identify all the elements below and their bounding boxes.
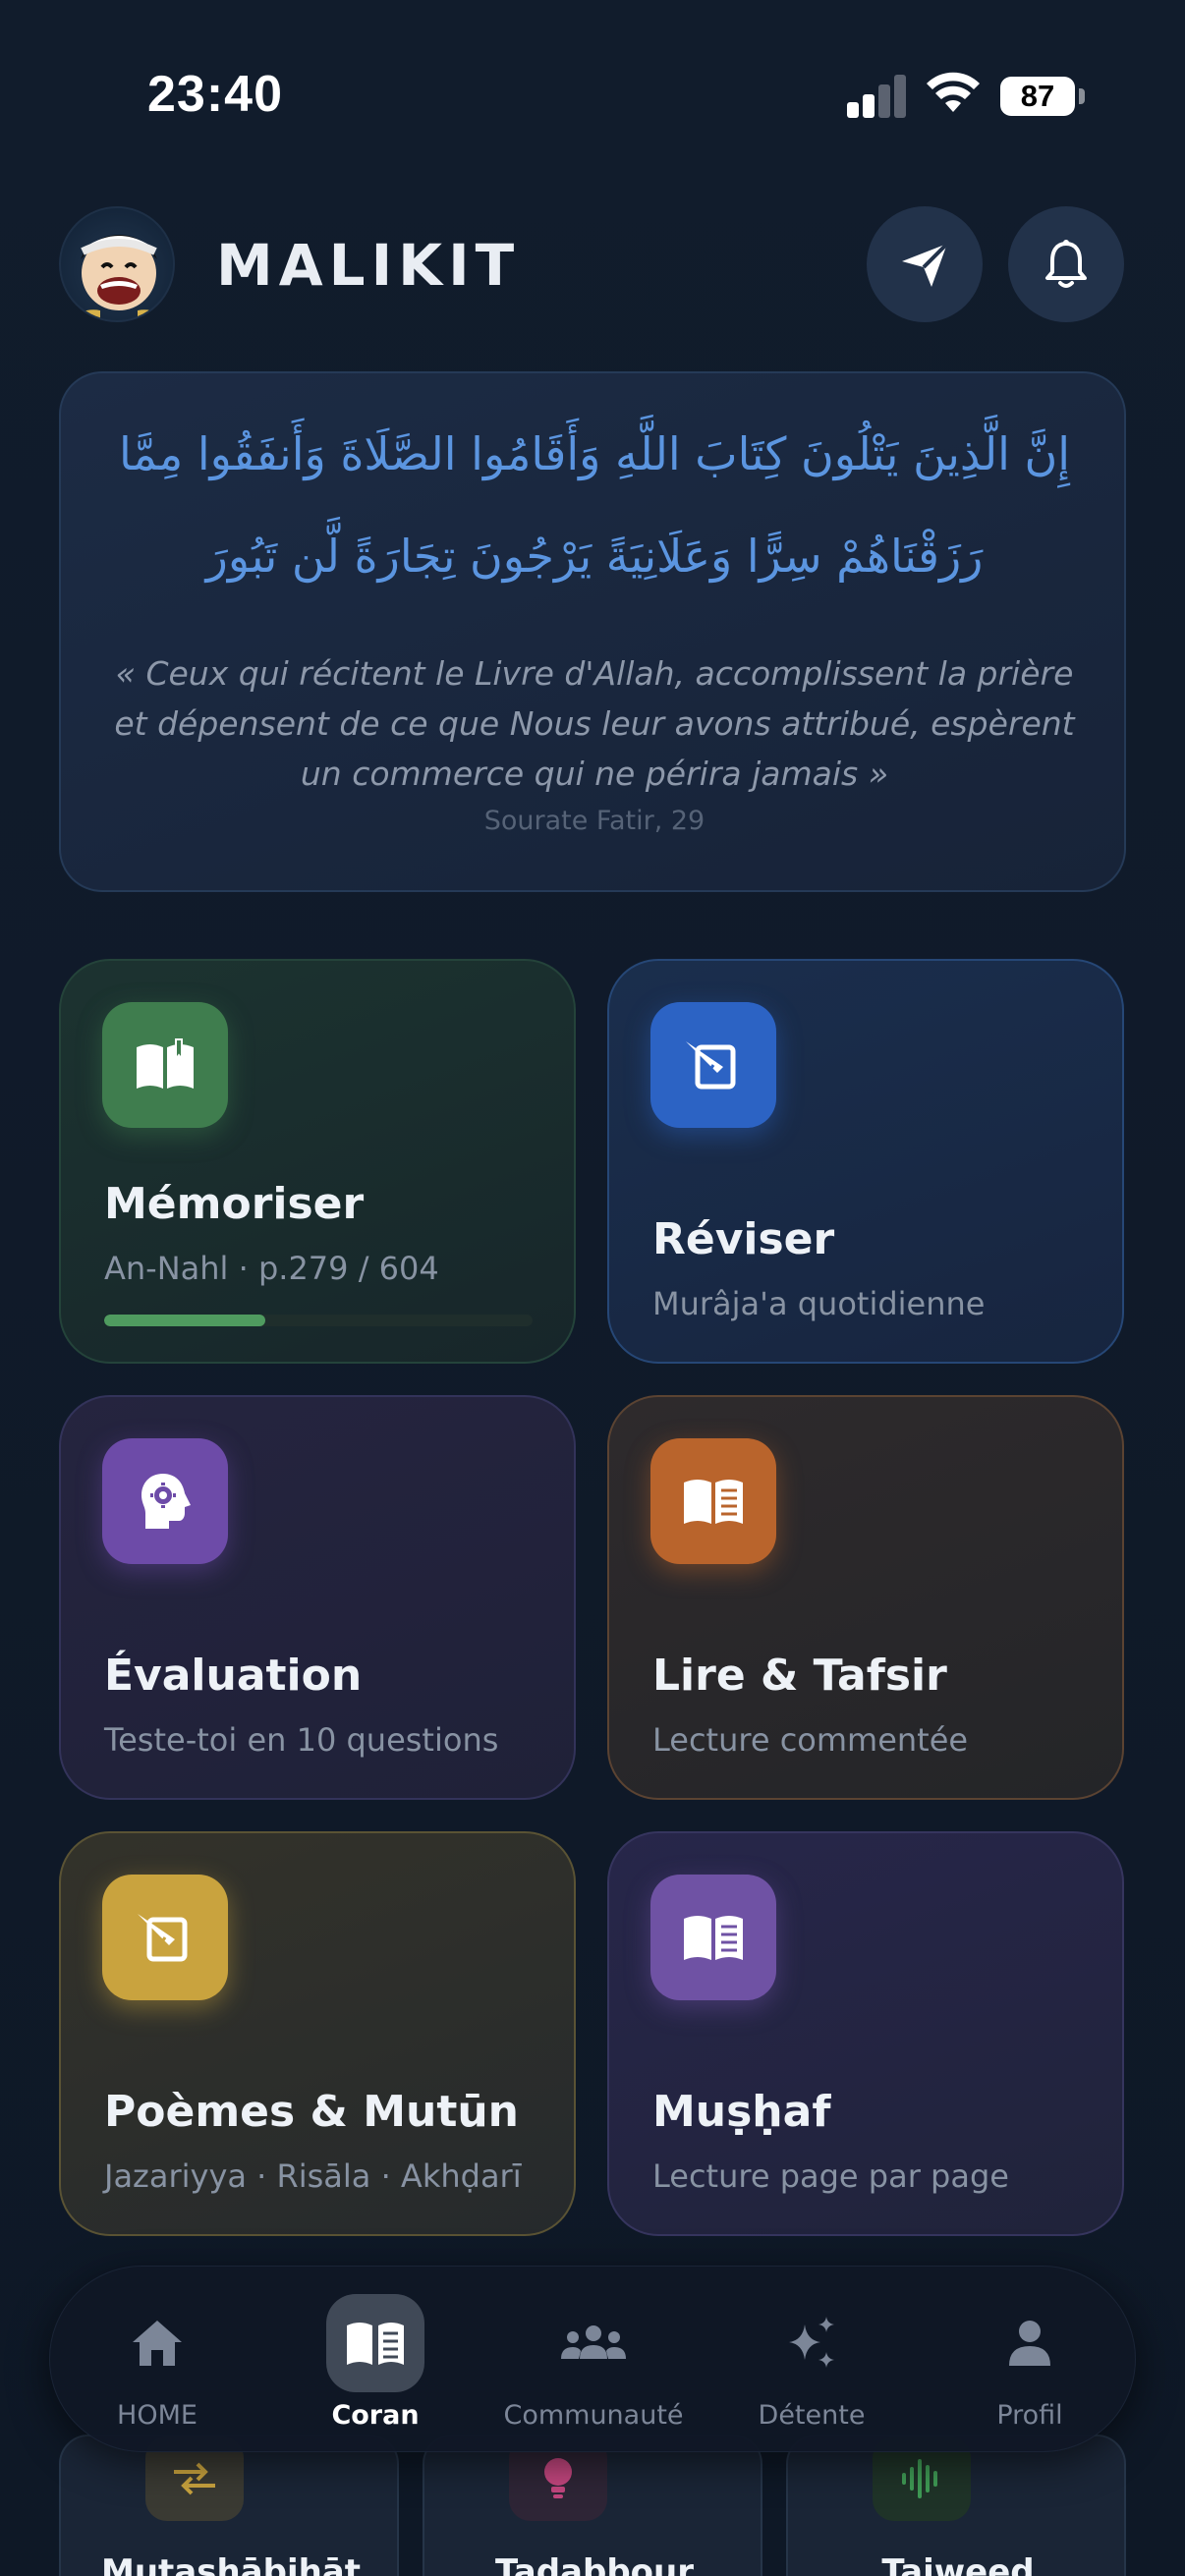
mushaf-card[interactable]: Muṣḥaf Lecture page par page [607, 1831, 1124, 2236]
evaluation-title: Évaluation [104, 1651, 363, 1701]
mushaf-subtitle: Lecture page par page [652, 2157, 1009, 2195]
avatar[interactable] [59, 206, 175, 322]
reviser-subtitle: Murâja'a quotidienne [652, 1285, 986, 1322]
nav-communaute[interactable]: Communauté [495, 2284, 692, 2441]
reading-book-icon [650, 1438, 776, 1564]
tajweed-title: Tajweed [881, 2552, 1035, 2576]
mushaf-title: Muṣḥaf [652, 2087, 831, 2137]
sparkles-icon [762, 2294, 861, 2392]
poemes-card[interactable]: Poèmes & Mutūn Jazariyya · Risāla · Akhḍ… [59, 1831, 576, 2236]
app-title: MALIKIT [216, 232, 521, 299]
nav-communaute-label: Communauté [503, 2400, 684, 2431]
mutashabihat-card[interactable]: Mutashābihāt [59, 2435, 399, 2576]
avatar-illustration [72, 235, 166, 320]
send-icon [902, 242, 949, 287]
user-icon [981, 2294, 1079, 2392]
memoriser-subtitle: An-Nahl · p.279 / 604 [104, 1250, 439, 1287]
status-time: 23:40 [147, 66, 283, 123]
memoriser-title: Mémoriser [104, 1179, 365, 1229]
home-icon [108, 2294, 206, 2392]
battery-cap [1079, 88, 1085, 104]
verse-arabic-line-1: إِنَّ الَّذِينَ يَتْلُونَ كِتَابَ اللَّه… [118, 427, 1071, 480]
nav-coran-label: Coran [331, 2400, 420, 2431]
header: MALIKIT [59, 202, 1126, 324]
verse-card: إِنَّ الَّذِينَ يَتْلُونَ كِتَابَ اللَّه… [59, 371, 1126, 892]
nav-detente-label: Détente [758, 2400, 866, 2431]
open-book-icon [102, 1002, 228, 1128]
send-button[interactable] [867, 206, 983, 322]
status-bar: 23:40 87 [0, 0, 1185, 196]
reviser-card[interactable]: Réviser Murâja'a quotidienne [607, 959, 1124, 1364]
lire-tafsir-card[interactable]: Lire & Tafsir Lecture commentée [607, 1395, 1124, 1800]
nav-detente[interactable]: Détente [713, 2284, 910, 2441]
poemes-subtitle: Jazariyya · Risāla · Akhḍarī [104, 2157, 522, 2195]
nav-profil[interactable]: Profil [931, 2284, 1128, 2441]
poemes-title: Poèmes & Mutūn [104, 2087, 519, 2137]
lire-tafsir-title: Lire & Tafsir [652, 1651, 947, 1701]
battery-icon: 87 [1000, 77, 1075, 116]
evaluation-subtitle: Teste-toi en 10 questions [104, 1721, 499, 1759]
quill-icon [650, 1002, 776, 1128]
quran-book-icon [326, 2294, 424, 2392]
evaluation-card[interactable]: Évaluation Teste-toi en 10 questions [59, 1395, 576, 1800]
memoriser-card[interactable]: Mémoriser An-Nahl · p.279 / 604 [59, 959, 576, 1364]
verse-arabic: إِنَّ الَّذِينَ يَتْلُونَ كِتَابَ اللَّه… [100, 403, 1089, 607]
nav-home[interactable]: HOME [59, 2284, 255, 2441]
verse-arabic-line-2: رَزَقْنَاهُمْ سِرًّا وَعَلَانِيَةً يَرْج… [205, 530, 984, 583]
notifications-button[interactable] [1008, 206, 1124, 322]
verse-translation: « Ceux qui récitent le Livre d'Allah, ac… [114, 654, 1075, 793]
memoriser-progress [104, 1315, 533, 1326]
bottom-nav: HOME Coran Communauté Détente Profil [49, 2266, 1136, 2452]
bell-icon [1045, 240, 1087, 288]
lire-tafsir-subtitle: Lecture commentée [652, 1721, 969, 1759]
tadabbour-title: Tadabbour [494, 2552, 695, 2576]
reviser-title: Réviser [652, 1214, 835, 1264]
quill-icon [102, 1875, 228, 2000]
memoriser-progress-fill [104, 1315, 265, 1326]
tadabbour-card[interactable]: Tadabbour [423, 2435, 762, 2576]
wifi-icon [927, 72, 980, 112]
tajweed-card[interactable]: Tajweed [786, 2435, 1126, 2576]
mutashabihat-title: Mutashābihāt [100, 2552, 361, 2576]
nav-home-label: HOME [117, 2400, 198, 2431]
nav-coran[interactable]: Coran [277, 2284, 474, 2441]
community-icon [544, 2294, 643, 2392]
nav-profil-label: Profil [996, 2400, 1063, 2431]
reading-book-icon [650, 1875, 776, 2000]
verse-source: Sourate Fatir, 29 [483, 806, 705, 836]
brain-gear-icon [102, 1438, 228, 1564]
signal-icon [847, 73, 906, 118]
